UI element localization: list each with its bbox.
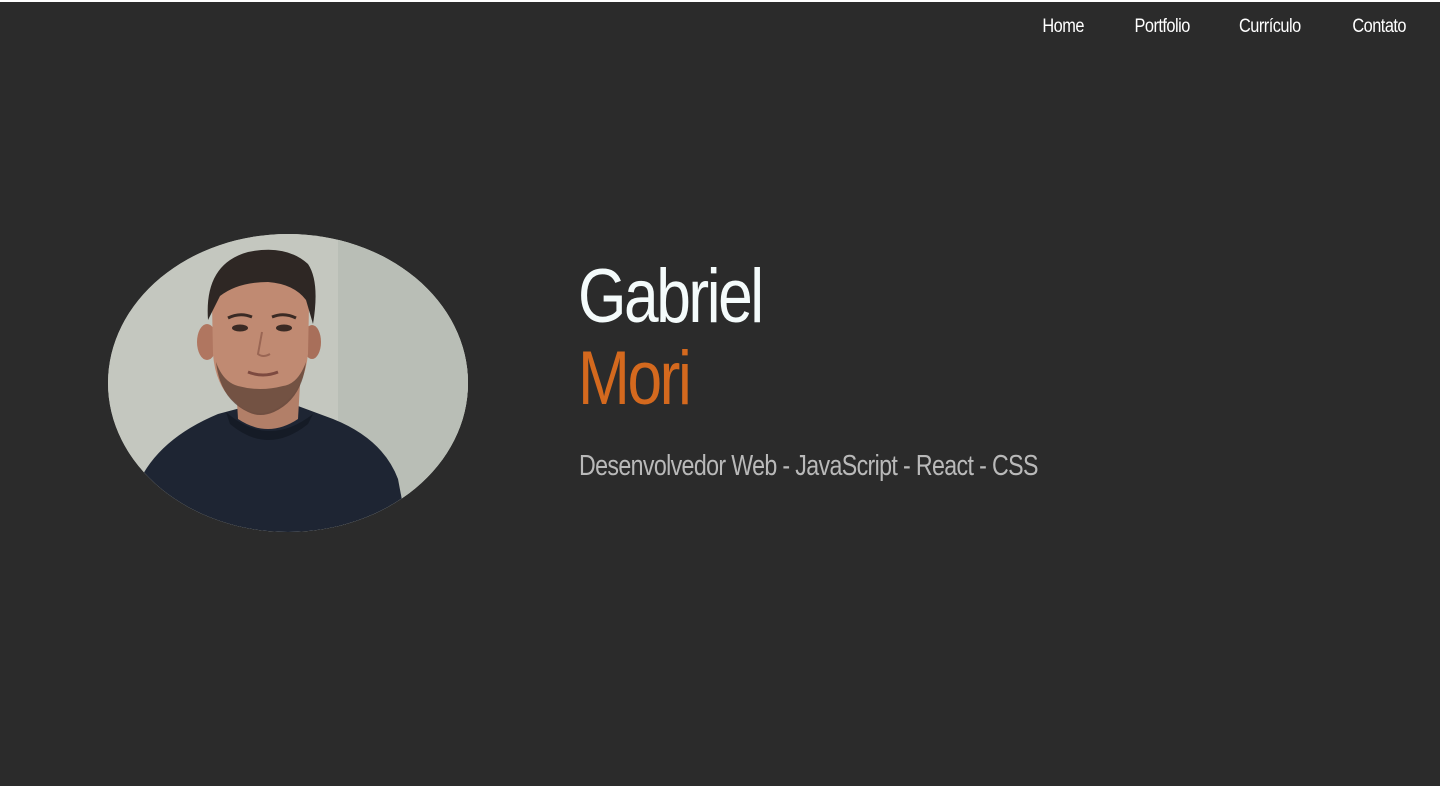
profile-photo-illustration [108, 234, 468, 532]
hero-subtitle: Desenvolvedor Web - JavaScript - React -… [579, 450, 1038, 482]
nav-link-home[interactable]: Home [1043, 16, 1085, 38]
nav-link-curriculo[interactable]: Currículo [1239, 16, 1301, 38]
first-name: Gabriel [578, 254, 764, 339]
nav-link-contato[interactable]: Contato [1352, 16, 1406, 38]
nav-link-portfolio[interactable]: Portfolio [1134, 16, 1190, 38]
top-nav: Home Portfolio Currículo Contato [1039, 16, 1410, 38]
last-name: Mori [578, 336, 692, 421]
portfolio-page: Home Portfolio Currículo Contato Gabriel… [0, 0, 1440, 786]
hero-name: Gabriel Mori [578, 254, 802, 418]
profile-photo [108, 234, 468, 532]
